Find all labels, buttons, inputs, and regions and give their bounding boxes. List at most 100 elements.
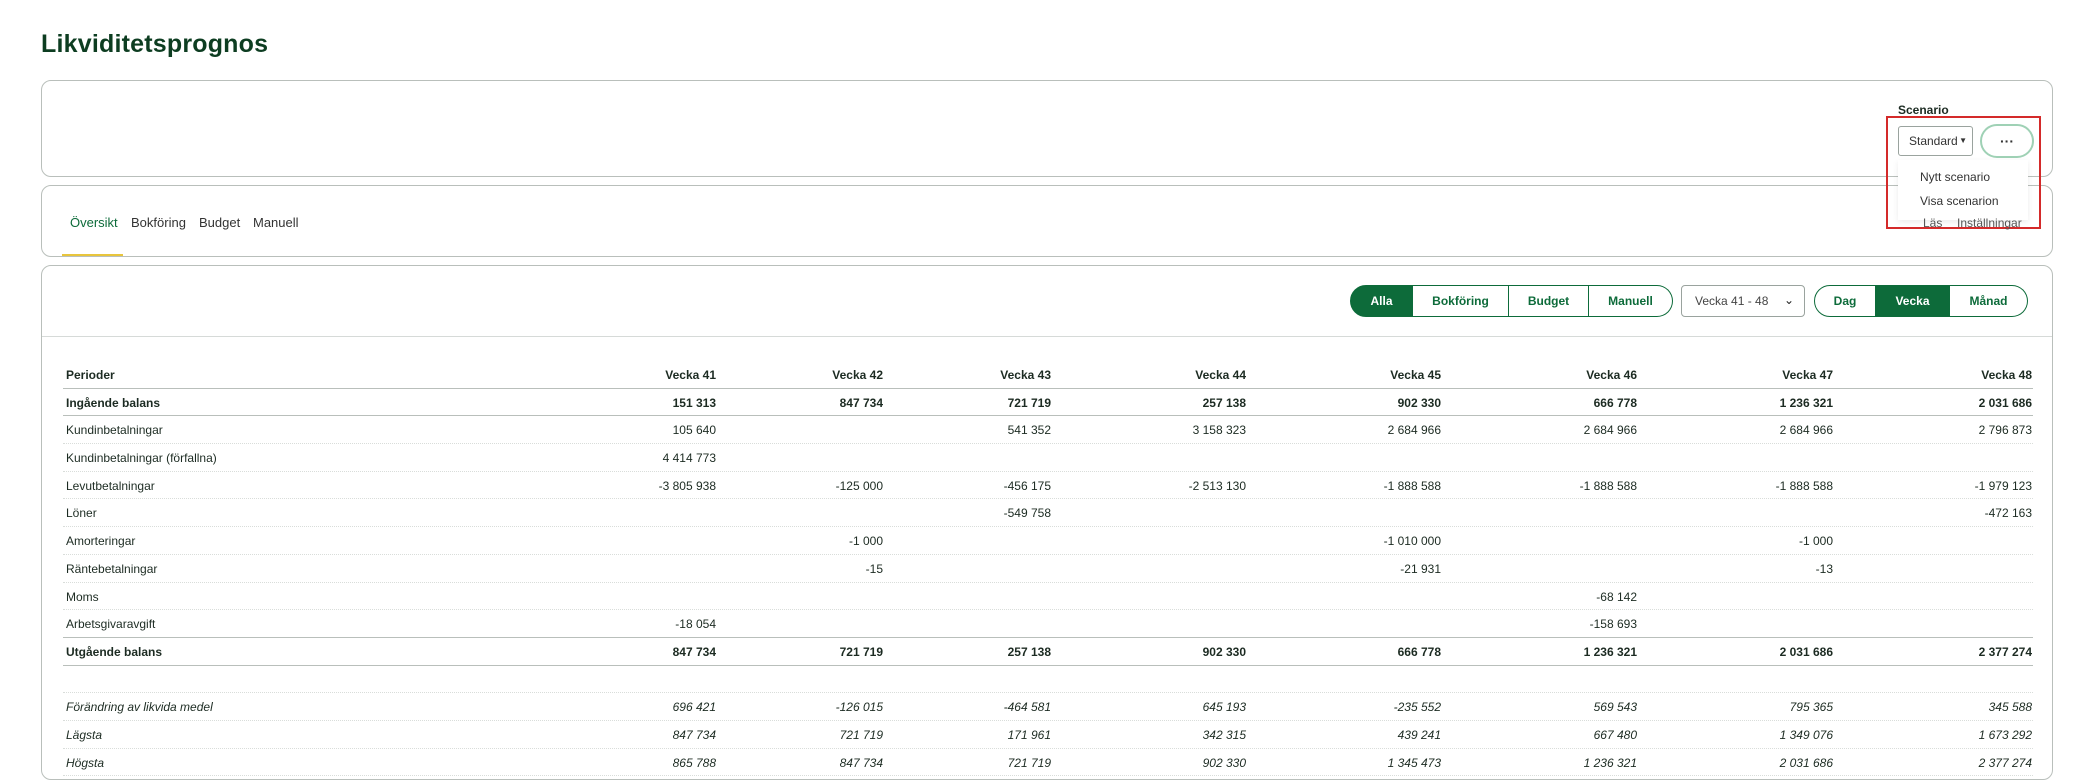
table-cell: 667 480 — [1593, 727, 1637, 742]
table-cell: 902 330 — [1202, 755, 1246, 770]
filter-budget[interactable]: Budget — [1509, 285, 1589, 317]
filter-manuell[interactable]: Manuell — [1589, 285, 1673, 317]
row-label: Räntebetalningar — [66, 561, 158, 576]
table-row: Levutbetalningar -3 805 938 -125 000 -456 1… — [63, 472, 2033, 500]
table-cell: 2 031 686 — [1779, 644, 1833, 659]
granularity-group: Dag Vecka Månad — [1814, 285, 2028, 317]
tab-budget[interactable]: Budget — [199, 215, 240, 230]
table-cell: 2 031 686 — [1779, 755, 1833, 770]
table-cell: 257 138 — [1202, 395, 1246, 410]
scenario-select[interactable]: Standard ▼ — [1898, 126, 1973, 156]
table-cell: 439 241 — [1397, 727, 1441, 742]
table-row: Förändring av likvida medel 696 421 -126 0… — [63, 693, 2033, 721]
table-row: Kundinbetalningar (förfallna) 4 414 773 — [63, 444, 2033, 472]
table-cell: -1 979 123 — [1974, 478, 2032, 493]
table-cell: 3 158 323 — [1192, 423, 1246, 438]
table-cell: 1 236 321 — [1779, 395, 1833, 410]
row-label: Ingående balans — [66, 395, 161, 410]
table-cell: -15 — [865, 561, 883, 576]
column-header: Vecka 43 — [1000, 368, 1051, 382]
table-cell: 105 640 — [672, 423, 716, 438]
menu-item-new-scenario[interactable]: Nytt scenario — [1920, 170, 1990, 184]
row-label: Moms — [66, 589, 99, 604]
table-cell: 1 236 321 — [1583, 755, 1637, 770]
filter-bokforing[interactable]: Bokföring — [1413, 285, 1509, 317]
table-cell: 1 236 321 — [1583, 644, 1637, 659]
period-range-select[interactable]: Vecka 41 - 48 ⌄ — [1681, 285, 1805, 317]
table-cell: -21 931 — [1400, 561, 1441, 576]
table-row: Utgående balans 847 734 721 719 257 138 902 … — [63, 638, 2033, 666]
table-cell: 171 961 — [1007, 727, 1051, 742]
table-cell: -68 142 — [1596, 589, 1637, 604]
table-cell: -18 054 — [675, 617, 716, 632]
divider — [42, 336, 2052, 337]
granularity-manad[interactable]: Månad — [1950, 285, 2028, 317]
granularity-dag[interactable]: Dag — [1814, 285, 1876, 317]
table-cell: 1 349 076 — [1779, 727, 1833, 742]
table-cell: -158 693 — [1589, 617, 1637, 632]
row-label: Högsta — [66, 755, 105, 770]
row-label: Lägsta — [66, 727, 103, 742]
scenario-select-value: Standard — [1909, 134, 1958, 148]
table-cell: 1 673 292 — [1978, 727, 2032, 742]
table-cell: 666 778 — [1397, 644, 1441, 659]
table-cell: 541 352 — [1007, 423, 1051, 438]
more-options-button[interactable]: ··· — [1980, 124, 2034, 158]
table-cell: 721 719 — [1007, 395, 1051, 410]
column-header: Vecka 41 — [665, 368, 716, 382]
table-row: Moms -68 142 — [63, 583, 2033, 611]
table-cell: 847 734 — [839, 755, 883, 770]
table-cell: 4 414 773 — [662, 451, 716, 466]
table-cell: 342 315 — [1202, 727, 1246, 742]
menu-item-show-scenarios[interactable]: Visa scenarion — [1920, 194, 1999, 208]
table-header-row: Perioder Vecka 41 Vecka 42 Vecka 43 Vecka 44… — [63, 361, 2033, 389]
table-cell: 721 719 — [839, 644, 883, 659]
table-cell: 569 543 — [1593, 700, 1637, 715]
table-cell: -456 175 — [1003, 478, 1051, 493]
table-row — [63, 666, 2033, 694]
chevron-down-icon: ⌄ — [1783, 293, 1794, 307]
table-cell: 721 719 — [1007, 755, 1051, 770]
table-cell: -1 010 000 — [1383, 534, 1441, 549]
column-header: Vecka 46 — [1586, 368, 1637, 382]
filter-alla[interactable]: Alla — [1350, 285, 1413, 317]
table-cell: 2 684 966 — [1583, 423, 1637, 438]
table-cell: -1 888 588 — [1383, 478, 1441, 493]
row-label: Kundinbetalningar — [66, 423, 163, 438]
table-cell: 847 734 — [839, 395, 883, 410]
table-cell: 345 588 — [1988, 700, 2032, 715]
table-cell: -2 513 130 — [1188, 478, 1246, 493]
tab-oversikt[interactable]: Översikt — [70, 215, 118, 230]
table-cell: -1 000 — [848, 534, 883, 549]
table-cell: 2 031 686 — [1978, 395, 2032, 410]
column-header: Vecka 42 — [832, 368, 883, 382]
table-cell: 2 377 274 — [1978, 755, 2032, 770]
column-header: Vecka 47 — [1782, 368, 1833, 382]
table-cell: 902 330 — [1202, 644, 1246, 659]
table-cell: 902 330 — [1397, 395, 1441, 410]
table-cell: -549 758 — [1003, 506, 1051, 521]
tab-bokforing[interactable]: Bokföring — [131, 215, 186, 230]
table-row: Kundinbetalningar 105 640 541 352 3 158 323… — [63, 416, 2033, 445]
table-cell: 847 734 — [672, 727, 716, 742]
table-cell: 847 734 — [672, 644, 716, 659]
granularity-vecka[interactable]: Vecka — [1876, 285, 1950, 317]
row-label: Amorteringar — [66, 534, 136, 549]
column-header: Vecka 45 — [1390, 368, 1441, 382]
table-cell: 696 421 — [672, 700, 716, 715]
table-row: Amorteringar -1 000 -1 010 000 -1 000 — [63, 527, 2033, 555]
tab-manuell[interactable]: Manuell — [253, 215, 299, 230]
read-link[interactable]: Läs — [1923, 216, 1942, 230]
active-tab-indicator — [62, 254, 123, 256]
page-title: Likviditetsprognos — [41, 30, 269, 58]
table-cell: 2 377 274 — [1978, 644, 2032, 659]
row-label: Levutbetalningar — [66, 478, 155, 493]
table-cell: -125 000 — [835, 478, 883, 493]
row-label: Utgående balans — [66, 644, 163, 659]
caret-down-icon: ▼ — [1959, 136, 1967, 145]
table-cell: 257 138 — [1007, 644, 1051, 659]
scenario-panel — [41, 80, 2053, 177]
table-cell: -13 — [1815, 561, 1833, 576]
scenario-dropdown-menu: Nytt scenario Visa scenarion — [1898, 160, 2028, 220]
settings-link[interactable]: Inställningar — [1957, 216, 2022, 230]
